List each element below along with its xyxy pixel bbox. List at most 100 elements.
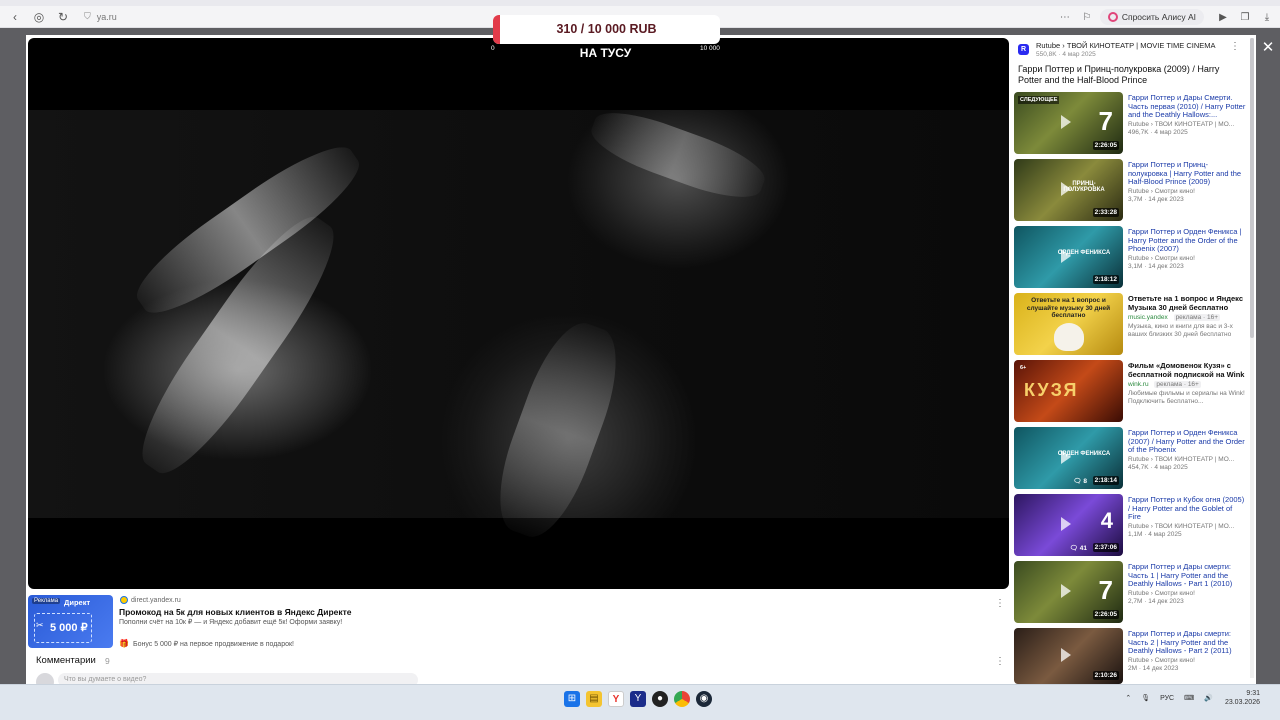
network-icon[interactable]: ⌨ — [1184, 694, 1194, 702]
video-thumbnail[interactable]: ОРДЕН ФЕНИКСА 2:18:12 — [1014, 226, 1123, 288]
ad-domain: music.yandex реклама · 16+ — [1128, 314, 1246, 321]
video-thumbnail[interactable]: 4 🗨 41 2:37:06 — [1014, 494, 1123, 556]
play-icon — [1061, 115, 1071, 129]
windows-start-icon[interactable]: ⊞ — [564, 691, 580, 707]
ask-alice-button[interactable]: Спросить Алису AI — [1099, 9, 1204, 25]
ad-description: Музыка, кино и книги для вас и 3-х ваших… — [1128, 323, 1233, 338]
video-duration: 2:26:05 — [1092, 141, 1119, 150]
thumbnail-caption: 7 — [1098, 575, 1113, 605]
video-player[interactable]: НА ТУСУ — [28, 38, 1009, 589]
related-video-stats: 1,1M · 4 мар 2025 — [1128, 530, 1182, 538]
ad-bonus-text: Бонус 5 000 ₽ на первое продвижение в по… — [132, 640, 294, 648]
ad-title[interactable]: Промокод на 5к для новых клиентов в Янде… — [119, 607, 352, 617]
related-video-source: Rutube › Смотри кино! — [1128, 656, 1195, 664]
video-title: Гарри Поттер и Принц-полукровка (2009) /… — [1018, 64, 1220, 85]
ad-title[interactable]: Ответьте на 1 вопрос и Яндекс Музыка 30 … — [1128, 294, 1246, 312]
video-thumbnail[interactable]: СЛЕДУЮЩЕЕ 7 2:26:05 — [1014, 92, 1123, 154]
age-badge: 6+ — [1020, 365, 1027, 371]
comment-count: 🗨 41 — [1069, 545, 1087, 552]
ad-thumbnail[interactable]: Реклама Директ ✂ 5 000 ₽ — [28, 595, 113, 648]
app-icon[interactable]: ● — [652, 691, 668, 707]
site-info-icon[interactable]: ◎ — [30, 8, 48, 26]
file-explorer-icon[interactable]: ▤ — [586, 691, 602, 707]
video-more-icon[interactable]: ⋮ — [1230, 41, 1240, 52]
more-icon[interactable]: ⋯ — [1056, 12, 1074, 23]
related-video-item[interactable]: 2:10:26 Гарри Поттер и Дары смерти: Част… — [1014, 628, 1246, 684]
ad-domain[interactable]: direct.yandex.ru — [120, 596, 181, 604]
video-thumbnail[interactable]: 7 2:26:05 — [1014, 561, 1123, 623]
video-thumbnail[interactable]: 2:10:26 — [1014, 628, 1123, 684]
related-video-title[interactable]: Гарри Поттер и Кубок огня (2005) / Harry… — [1128, 495, 1246, 522]
related-video-item[interactable]: ОРДЕН ФЕНИКСА 2:18:12 Гарри Поттер и Орд… — [1014, 226, 1246, 288]
play-icon — [1061, 249, 1071, 263]
cat-image — [1054, 323, 1084, 351]
download-icon[interactable]: ⤓ — [1258, 12, 1276, 23]
related-video-title[interactable]: Гарри Поттер и Дары смерти: Часть 2 | Ha… — [1128, 629, 1246, 656]
video-duration: 2:18:12 — [1092, 275, 1119, 284]
donation-goal-bar: 310 / 10 000 RUB — [493, 15, 720, 44]
bookmark-icon[interactable]: ⚐ — [1078, 12, 1096, 23]
related-video-title[interactable]: Гарри Поттер и Дары Смерти. Часть первая… — [1128, 93, 1246, 120]
ad-item[interactable]: 6+ КУЗЯ Фильм «Домовенок Кузя» с бесплат… — [1014, 360, 1246, 422]
play-icon — [1061, 450, 1071, 464]
language-indicator[interactable]: РУС — [1160, 695, 1174, 702]
related-video-source: Rutube › ТВОЙ КИНОТЕАТР | MO... — [1128, 120, 1235, 128]
related-video-item[interactable]: 7 2:26:05 Гарри Поттер и Дары смерти: Ча… — [1014, 561, 1246, 623]
donation-progress-text: 310 / 10 000 RUB — [556, 22, 657, 36]
comments-more-icon[interactable]: ⋮ — [995, 656, 1005, 667]
clock[interactable]: 9:31 23.03.2026 — [1225, 689, 1260, 707]
video-duration: 2:37:06 — [1092, 543, 1119, 552]
yandex-icon[interactable]: Y — [608, 691, 624, 707]
thumbnail-caption: КУЗЯ — [1024, 380, 1079, 400]
ad-label: Реклама — [32, 598, 61, 604]
video-duration: 2:10:26 — [1092, 671, 1119, 680]
url-field[interactable]: ⛉ ya.ru — [84, 11, 117, 22]
reload-icon[interactable]: ↻ — [54, 8, 72, 26]
scrollbar-thumb[interactable] — [1250, 38, 1254, 338]
related-video-stats: 2M · 14 дек 2023 — [1128, 664, 1179, 672]
tabs-icon[interactable]: ❐ — [1236, 12, 1254, 23]
ad-thumbnail[interactable]: 6+ КУЗЯ — [1014, 360, 1123, 422]
related-video-source: Rutube › ТВОЙ КИНОТЕАТР | MO... — [1128, 455, 1235, 463]
channel-name[interactable]: Rutube › ТВОЙ КИНОТЕАТР | MOVIE TIME CIN… — [1036, 41, 1216, 50]
ad-description: Пополни счёт на 10к ₽ — и Яндекс добавит… — [119, 619, 343, 626]
related-video-item[interactable]: СЛЕДУЮЩЕЕ 7 2:26:05 Гарри Поттер и Дары … — [1014, 92, 1246, 154]
comments-count: 9 — [105, 656, 110, 666]
related-video-item[interactable]: 4 🗨 41 2:37:06 Гарри Поттер и Кубок огня… — [1014, 494, 1246, 556]
frame-motion-streak — [584, 100, 772, 210]
related-video-title[interactable]: Гарри Поттер и Орден Феникса (2007) / Ha… — [1128, 428, 1246, 455]
ad-more-icon[interactable]: ⋮ — [995, 598, 1005, 609]
video-thumbnail[interactable]: ОРДЕН ФЕНИКСА 🗨 8 2:18:14 — [1014, 427, 1123, 489]
comment-count-value: 8 — [1083, 478, 1087, 485]
ad-title[interactable]: Фильм «Домовенок Кузя» с бесплатной подп… — [1128, 361, 1246, 379]
video-frame[interactable] — [28, 100, 1009, 548]
ad-thumbnail[interactable]: Ответьте на 1 вопрос и слушайте музыку 3… — [1014, 293, 1123, 355]
yandex-browser-icon[interactable]: Y — [630, 691, 646, 707]
ad-tag: реклама · 16+ — [1154, 381, 1201, 388]
ad-item[interactable]: Ответьте на 1 вопрос и слушайте музыку 3… — [1014, 293, 1246, 355]
microphone-icon[interactable]: 🎙 — [1141, 694, 1150, 702]
related-video-title[interactable]: Гарри Поттер и Принц-полукровка | Harry … — [1128, 160, 1246, 187]
sidebar-scrollbar[interactable] — [1250, 38, 1254, 678]
play-icon — [1061, 648, 1071, 662]
chrome-icon[interactable] — [674, 691, 690, 707]
cast-icon[interactable]: ▶ — [1214, 12, 1232, 23]
related-video-stats: 454,7K · 4 мар 2025 — [1128, 463, 1188, 471]
ad-bonus: 🎁 Бонус 5 000 ₽ на первое продвижение в … — [119, 639, 294, 648]
stream-overlay-title: НА ТУСУ — [579, 46, 632, 60]
steam-icon[interactable]: ◉ — [696, 691, 712, 707]
back-icon[interactable]: ‹ — [6, 8, 24, 26]
related-video-source: Rutube › Смотри кино! — [1128, 254, 1195, 262]
related-video-title[interactable]: Гарри Поттер и Орден Феникса | Harry Pot… — [1128, 227, 1246, 254]
close-icon[interactable]: ✕ — [1260, 38, 1276, 56]
related-video-source: Rutube › ТВОЙ КИНОТЕАТР | MO... — [1128, 522, 1235, 530]
ad-brand: Директ — [64, 598, 91, 607]
scissors-icon: ✂ — [36, 620, 44, 630]
related-video-title[interactable]: Гарри Поттер и Дары смерти: Часть 1 | Ha… — [1128, 562, 1246, 589]
chevron-up-icon[interactable]: ⌃ — [1125, 694, 1131, 702]
related-video-item[interactable]: ПРИНЦ-ПОЛУКРОВКА 2:33:28 Гарри Поттер и … — [1014, 159, 1246, 221]
related-video-stats: 3,1M · 14 дек 2023 — [1128, 262, 1184, 270]
volume-icon[interactable]: 🔊 — [1204, 694, 1213, 702]
video-thumbnail[interactable]: ПРИНЦ-ПОЛУКРОВКА 2:33:28 — [1014, 159, 1123, 221]
related-video-item[interactable]: ОРДЕН ФЕНИКСА 🗨 8 2:18:14 Гарри Поттер и… — [1014, 427, 1246, 489]
